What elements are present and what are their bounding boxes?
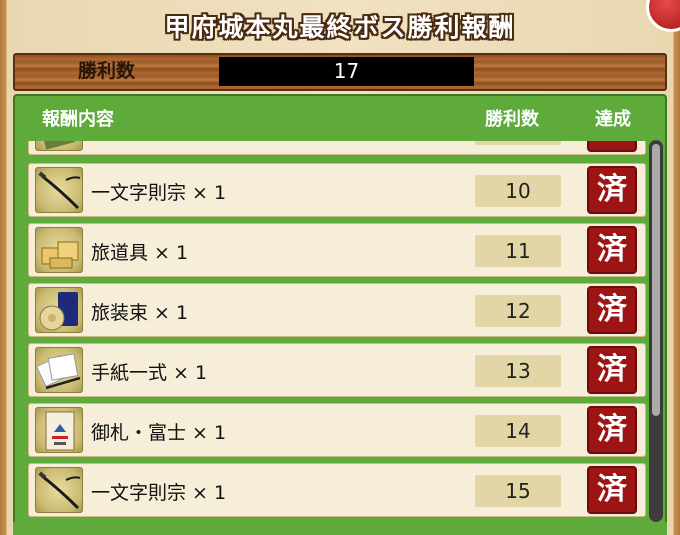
- completed-stamp: 済: [587, 226, 637, 274]
- completed-stamp: 済: [587, 141, 637, 152]
- travel-outfit-icon: [35, 287, 83, 333]
- item-name: 旅装束 × 1: [91, 302, 189, 324]
- wins-required: 14: [475, 415, 561, 447]
- wins-required: 13: [475, 355, 561, 387]
- list-item: 一文字則宗 × 1 10 済: [28, 163, 646, 217]
- completed-stamp: 済: [587, 466, 637, 514]
- wins-required: 15: [475, 475, 561, 507]
- list-item: 御札・富士 × 1 14 済: [28, 403, 646, 457]
- completed-stamp: 済: [587, 406, 637, 454]
- list-item: 済: [28, 141, 646, 155]
- item-name: 旅道具 × 1: [91, 242, 189, 264]
- item-name: 手紙一式 × 1: [91, 362, 208, 384]
- item-name: 御札・富士 × 1: [91, 422, 227, 444]
- header-wins: 勝利数: [485, 109, 539, 130]
- wins-required: 12: [475, 295, 561, 327]
- window-title: 甲府城本丸最終ボス勝利報酬: [164, 13, 516, 42]
- panel-bottom: [13, 522, 667, 535]
- completed-stamp: 済: [587, 166, 637, 214]
- reward-list[interactable]: 済 一文字則宗 × 1 10 済 旅道具 × 1 11 済 旅装束 × 1 12…: [28, 141, 646, 521]
- list-header: 報酬内容 勝利数 達成: [15, 100, 665, 136]
- item-name: 一文字則宗 × 1: [91, 182, 227, 204]
- wins-value: 17: [219, 57, 474, 86]
- scrollbar-thumb[interactable]: [652, 144, 660, 416]
- reward-window: 甲府城本丸最終ボス勝利報酬 勝利数 17 報酬内容 勝利数 達成 済 一文字則宗…: [0, 0, 680, 535]
- talisman-icon: [35, 407, 83, 453]
- completed-stamp: 済: [587, 346, 637, 394]
- completed-stamp: 済: [587, 286, 637, 334]
- wins-required: [475, 141, 561, 145]
- sword-icon: [35, 167, 83, 213]
- wins-required: 10: [475, 175, 561, 207]
- letter-set-icon: [35, 347, 83, 393]
- list-item: 一文字則宗 × 1 15 済: [28, 463, 646, 517]
- travel-tools-icon: [35, 227, 83, 273]
- list-item: 旅道具 × 1 11 済: [28, 223, 646, 277]
- item-name: 一文字則宗 × 1: [91, 482, 227, 504]
- header-content: 報酬内容: [42, 109, 114, 130]
- wins-label: 勝利数: [78, 60, 136, 82]
- list-scrollbar[interactable]: [649, 140, 663, 522]
- list-item: 旅装束 × 1 12 済: [28, 283, 646, 337]
- list-item: 手紙一式 × 1 13 済: [28, 343, 646, 397]
- partial-item-icon: [35, 141, 83, 151]
- header-done: 達成: [595, 109, 631, 130]
- sword-icon: [35, 467, 83, 513]
- wins-required: 11: [475, 235, 561, 267]
